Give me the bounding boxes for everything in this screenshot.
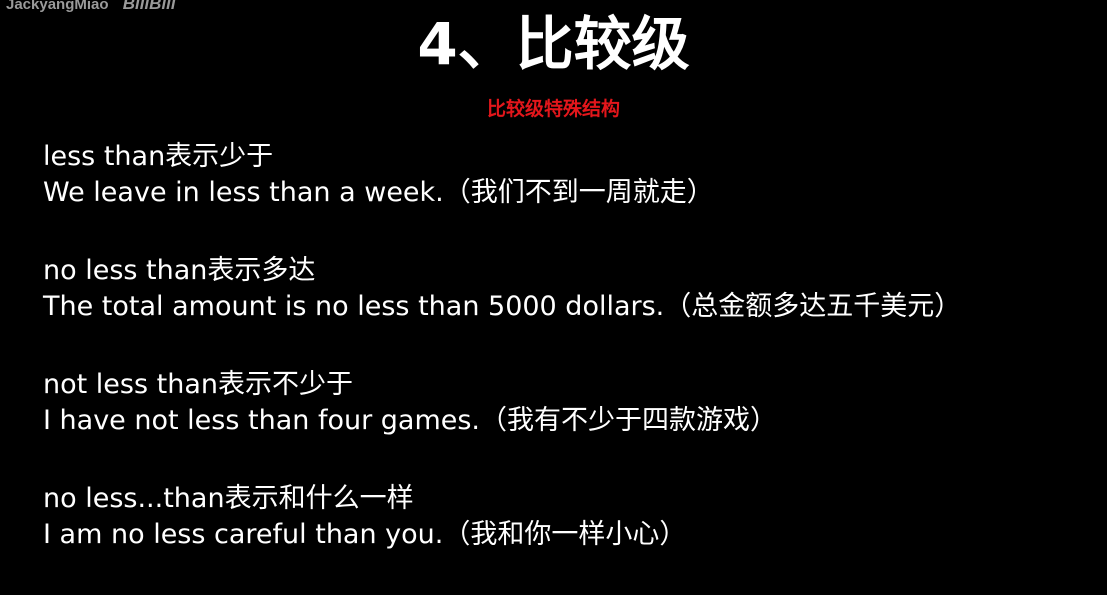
structure-list: less than表示少于 We leave in less than a we… xyxy=(43,139,1103,595)
structure-example: I have not less than four games.（我有不少于四款… xyxy=(43,405,778,436)
structure-item-no-less-than: no less than表示多达 The total amount is no … xyxy=(43,253,1103,367)
structure-rule: less than表示少于 xyxy=(43,141,274,172)
structure-item-not-less-than: not less than表示不少于 I have not less than … xyxy=(43,367,1103,481)
structure-rule: no less...than表示和什么一样 xyxy=(43,483,414,514)
page-title: 4、比较级 xyxy=(417,10,690,78)
structure-example: I am no less careful than you.（我和你一样小心） xyxy=(43,519,687,550)
structure-example: We leave in less than a week.（我们不到一周就走） xyxy=(43,177,714,208)
structure-example: The total amount is no less than 5000 do… xyxy=(43,291,962,322)
structure-rule: not less than表示不少于 xyxy=(43,369,353,400)
structure-rule: no less than表示多达 xyxy=(43,255,316,286)
structure-item-no-less-than-comparison: no less...than表示和什么一样 I am no less caref… xyxy=(43,481,1103,595)
page-subtitle: 比较级特殊结构 xyxy=(486,98,620,120)
structure-item-less-than: less than表示少于 We leave in less than a we… xyxy=(43,139,1103,253)
